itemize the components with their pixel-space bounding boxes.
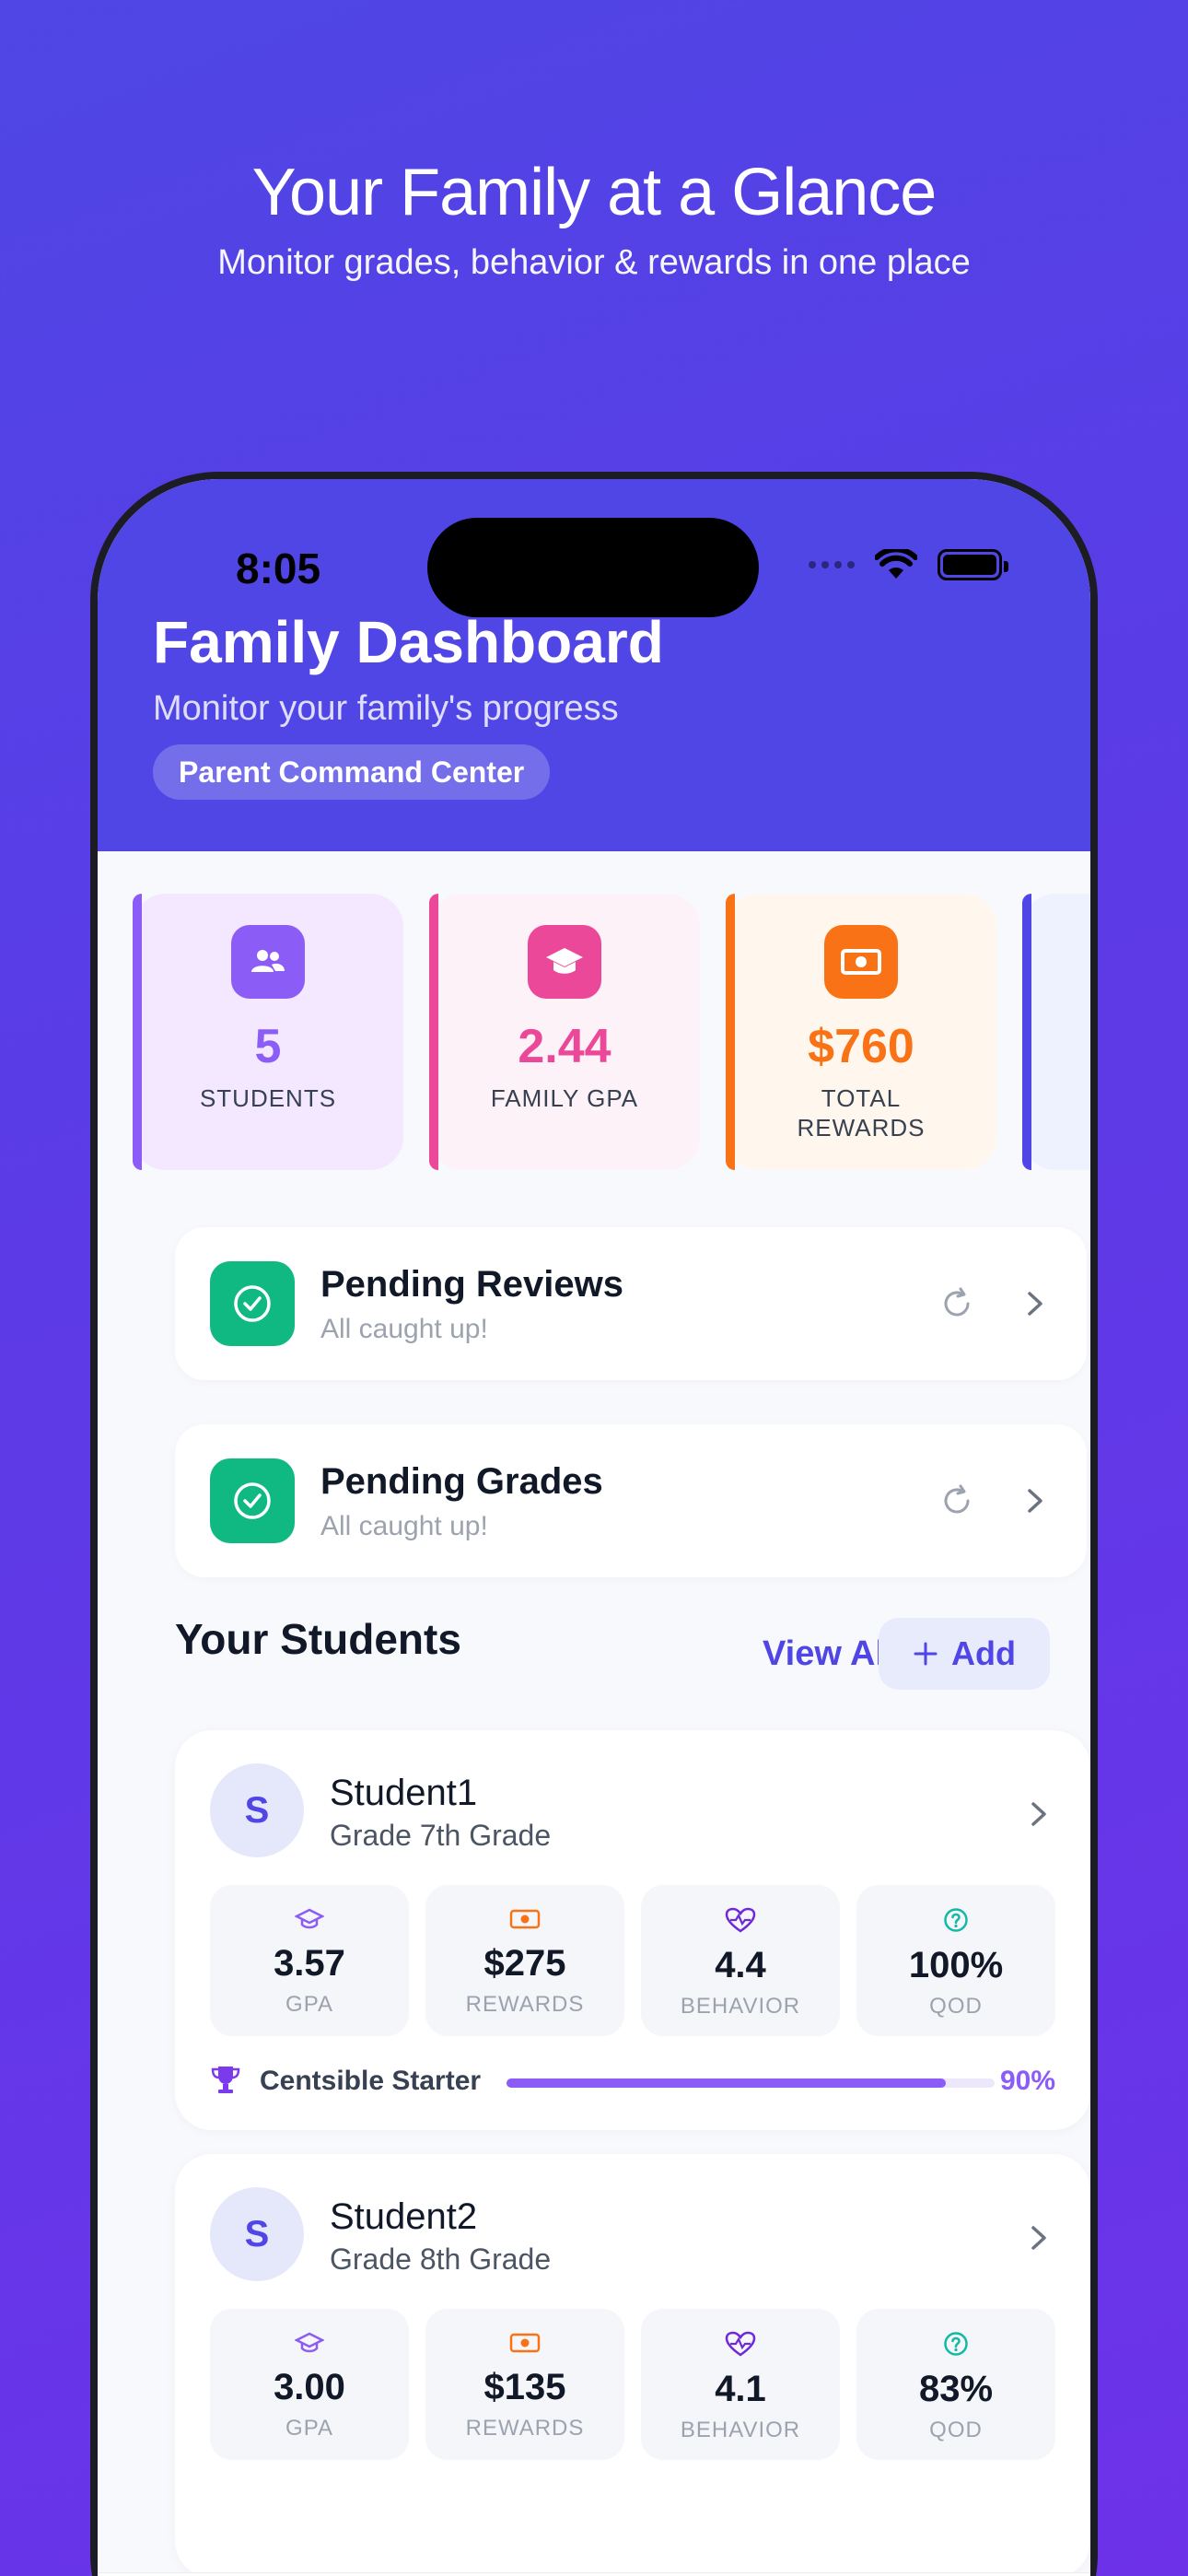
graduation-cap-icon — [294, 1908, 325, 1929]
student-name: Student1 — [330, 1773, 478, 1813]
phone-frame: 8:05 Family Dashboard Monitor your famil… — [90, 472, 1098, 2576]
metric-rewards: $275 REWARDS — [425, 1885, 624, 2036]
wifi-icon — [875, 549, 917, 579]
money-icon — [824, 925, 898, 999]
cellular-icon — [809, 561, 855, 568]
metric-value: 4.1 — [715, 2369, 766, 2409]
graduation-cap-icon — [528, 925, 601, 999]
metric-label: QOD — [929, 1994, 983, 2019]
role-badge: Parent Command Center — [153, 744, 551, 800]
refresh-icon[interactable] — [938, 1481, 976, 1520]
student-card[interactable]: S Student2 Grade 8th Grade 3.00 GPA $135… — [175, 2154, 1090, 2576]
student-grade: Grade 8th Grade — [330, 2242, 552, 2276]
row-title: Pending Reviews — [320, 1264, 623, 1305]
avatar: S — [210, 1763, 304, 1857]
stat-label: STUDENTS — [199, 1084, 337, 1112]
metric-qod: 83% QOD — [856, 2309, 1055, 2460]
pending-grades-row[interactable]: Pending Grades All caught up! — [175, 1424, 1087, 1577]
money-icon — [509, 2333, 541, 2353]
metric-gpa: 3.57 GPA — [210, 1885, 409, 2036]
pending-reviews-row[interactable]: Pending Reviews All caught up! — [175, 1227, 1087, 1380]
metric-gpa: 3.00 GPA — [210, 2309, 409, 2460]
status-time: 8:05 — [236, 544, 321, 592]
metric-rewards: $135 REWARDS — [425, 2309, 624, 2460]
metric-qod: 100% QOD — [856, 1885, 1055, 2036]
page-subtitle: Monitor your family's progress — [153, 689, 619, 728]
metric-value: 100% — [908, 1945, 1004, 1985]
stat-card-partial[interactable] — [1022, 894, 1090, 1170]
avatar: S — [210, 2187, 304, 2281]
stat-value: 2.44 — [518, 1020, 611, 1073]
refresh-icon[interactable] — [938, 1284, 976, 1323]
metrics-row: 3.00 GPA $135 REWARDS 4.1 BEHAVIOR 83% Q… — [210, 2309, 1055, 2460]
metric-label: GPA — [285, 2416, 333, 2441]
row-subtitle: All caught up! — [320, 1314, 488, 1344]
metric-label: REWARDS — [465, 2416, 585, 2441]
app-screen: 8:05 Family Dashboard Monitor your famil… — [98, 479, 1090, 2576]
progress-percent: 90% — [999, 2066, 1055, 2096]
row-subtitle: All caught up! — [320, 1511, 488, 1541]
question-circle-icon — [944, 1908, 968, 1932]
chevron-right-icon — [1031, 2226, 1046, 2250]
status-icons — [809, 549, 1008, 580]
student-card[interactable]: S Student1 Grade 7th Grade 3.57 GPA $275… — [175, 1730, 1090, 2130]
metric-label: QOD — [929, 2418, 983, 2442]
add-student-button[interactable]: Add — [879, 1618, 1050, 1690]
check-icon — [210, 1261, 295, 1346]
row-title: Pending Grades — [320, 1461, 603, 1502]
metric-value: 3.57 — [274, 1943, 345, 1984]
stat-label: TOTAL REWARDS — [797, 1084, 926, 1142]
view-all-link[interactable]: View All — [763, 1634, 895, 1674]
money-icon — [509, 1909, 541, 1929]
trophy-icon — [211, 2067, 240, 2093]
page-title: Family Dashboard — [153, 609, 664, 675]
question-circle-icon — [944, 2332, 968, 2356]
hero-subtitle: Monitor grades, behavior & rewards in on… — [217, 243, 971, 282]
stat-label: FAMILY GPA — [490, 1084, 639, 1112]
stat-value: $760 — [808, 1020, 914, 1073]
heart-pulse-icon — [725, 2331, 756, 2357]
metric-value: $275 — [483, 1943, 566, 1984]
metrics-row: 3.57 GPA $275 REWARDS 4.4 BEHAVIOR 100% … — [210, 1885, 1055, 2036]
people-icon — [231, 925, 305, 999]
stat-value: 5 — [254, 1020, 282, 1073]
chevron-right-icon — [1028, 1292, 1042, 1316]
heart-pulse-icon — [725, 1907, 756, 1933]
stat-card-students[interactable]: 5 STUDENTS — [133, 894, 403, 1170]
progress-track — [507, 2078, 995, 2088]
chevron-right-icon — [1031, 1802, 1046, 1826]
metric-value: $135 — [483, 2367, 566, 2407]
section-title: Your Students — [175, 1615, 461, 1663]
battery-icon — [938, 549, 1008, 580]
stat-card-family-gpa[interactable]: 2.44 FAMILY GPA — [429, 894, 700, 1170]
achievement-progress: Centsible Starter 90% — [210, 2064, 1055, 2101]
dashboard-header: 8:05 Family Dashboard Monitor your famil… — [98, 479, 1090, 851]
graduation-cap-icon — [294, 2332, 325, 2353]
chevron-right-icon — [1028, 1489, 1042, 1513]
metric-value: 83% — [918, 2369, 994, 2409]
achievement-label: Centsible Starter — [260, 2066, 482, 2096]
add-label: Add — [951, 1634, 1016, 1672]
progress-fill — [507, 2078, 946, 2088]
student-grade: Grade 7th Grade — [330, 1819, 552, 1852]
metric-label: BEHAVIOR — [680, 2418, 801, 2442]
dynamic-island — [427, 518, 759, 617]
hero-title: Your Family at a Glance — [251, 156, 938, 229]
metric-behavior: 4.1 BEHAVIOR — [641, 2309, 840, 2460]
stat-card-total-rewards[interactable]: $760 TOTAL REWARDS — [726, 894, 996, 1170]
metric-value: 4.4 — [715, 1945, 766, 1985]
metric-value: 3.00 — [274, 2367, 345, 2407]
tab-bar — [98, 2572, 1090, 2576]
metric-behavior: 4.4 BEHAVIOR — [641, 1885, 840, 2036]
metric-label: BEHAVIOR — [680, 1994, 801, 2019]
metric-label: GPA — [285, 1992, 333, 2017]
plus-icon — [914, 1642, 938, 1666]
student-name: Student2 — [330, 2196, 478, 2237]
metric-label: REWARDS — [465, 1992, 585, 2017]
check-icon — [210, 1458, 295, 1543]
